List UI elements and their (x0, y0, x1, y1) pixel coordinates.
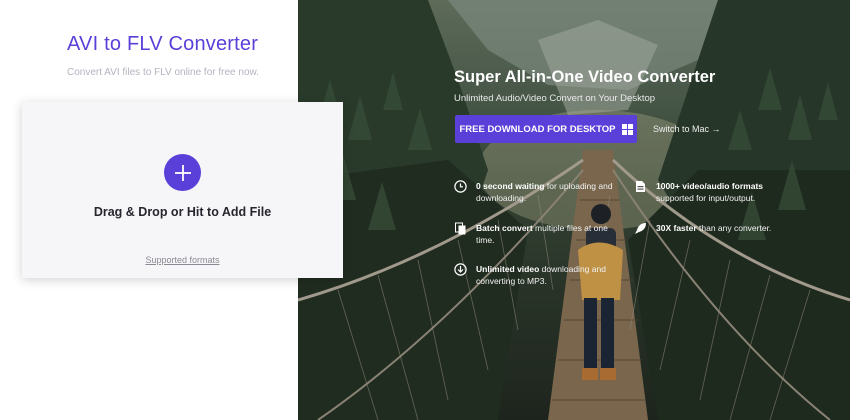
plus-icon (174, 164, 191, 181)
switch-to-mac-link[interactable]: Switch to Mac → (653, 124, 721, 134)
feature-bold: Unlimited video (476, 264, 540, 274)
page-subtitle: Convert AVI files to FLV online for free… (67, 67, 259, 78)
feature-item: 30X faster than any converter. (634, 222, 796, 235)
windows-icon (621, 123, 633, 135)
feature-bold: Batch convert (476, 223, 533, 233)
free-download-button[interactable]: FREE DOWNLOAD FOR DESKTOP (455, 115, 637, 143)
feature-item: 1000+ video/audio formats supported for … (634, 180, 796, 204)
hero-title: Super All-in-One Video Converter (454, 68, 716, 86)
hero-subtitle: Unlimited Audio/Video Convert on Your De… (454, 93, 656, 104)
download-icon (454, 263, 467, 276)
clock-icon (454, 180, 467, 193)
upload-dropzone[interactable]: Drag & Drop or Hit to Add File Supported… (22, 102, 343, 278)
files-icon (455, 222, 466, 235)
drop-label: Drag & Drop or Hit to Add File (93, 205, 272, 219)
feature-text: than any converter. (696, 223, 772, 233)
add-file-button[interactable] (164, 154, 201, 191)
feature-bold: 1000+ video/audio formats (656, 181, 763, 191)
feature-item: Unlimited video downloading and converti… (454, 263, 616, 287)
feature-text: supported for input/output. (656, 193, 756, 203)
download-button-label: FREE DOWNLOAD FOR DESKTOP (459, 123, 616, 135)
supported-formats-link[interactable]: Supported formats (22, 255, 343, 265)
page-title: AVI to FLV Converter (67, 33, 259, 55)
hero-content: Super All-in-One Video Converter Unlimit… (454, 0, 844, 420)
feature-item: Batch convert multiple files at one time… (454, 222, 616, 246)
rocket-icon (635, 223, 646, 234)
feature-bold: 0 second waiting (476, 181, 545, 191)
feature-item: 0 second waiting for uploading and downl… (454, 180, 616, 204)
file-formats-icon (636, 181, 645, 192)
feature-bold: 30X faster (656, 223, 697, 233)
